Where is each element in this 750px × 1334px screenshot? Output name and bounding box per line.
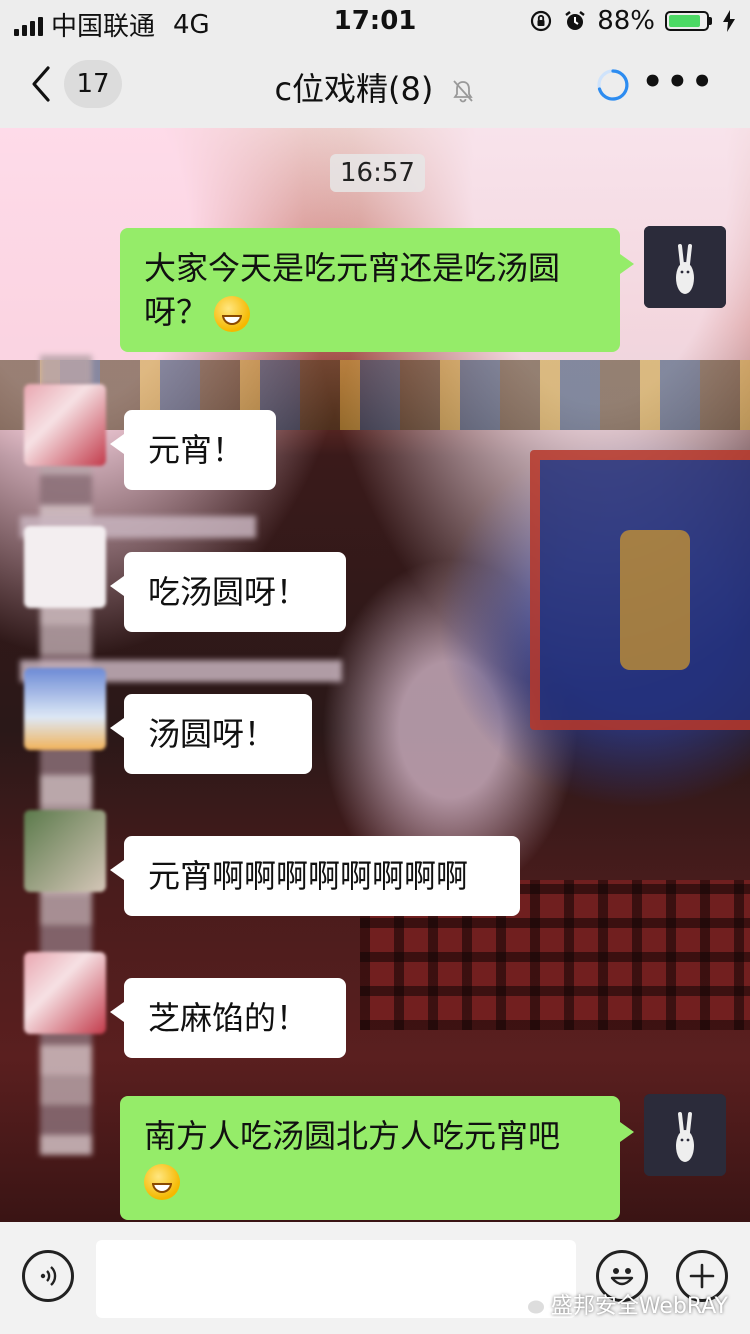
mute-bell-icon bbox=[452, 80, 473, 103]
message-bubble-received[interactable]: 芝麻馅的！ bbox=[110, 978, 346, 1058]
wallpaper-beam bbox=[0, 360, 750, 430]
chat-title-wrapper[interactable]: c位戏精(8) bbox=[0, 64, 750, 110]
orientation-lock-icon bbox=[531, 10, 552, 32]
loading-spinner-icon bbox=[597, 69, 629, 101]
message-text-input[interactable] bbox=[96, 1240, 576, 1318]
message-bubble-received[interactable]: 吃汤圆呀！ bbox=[110, 552, 346, 632]
blurred-nicknames bbox=[40, 355, 92, 1155]
message-text: 吃汤圆呀！ bbox=[148, 573, 309, 611]
status-bar: 中国联通 4G 17:01 88% bbox=[0, 0, 750, 44]
message-text: 元宵啊啊啊啊啊啊啊啊 bbox=[148, 857, 469, 895]
more-options-button[interactable]: ••• bbox=[642, 65, 716, 99]
message-bubble-sent[interactable]: 大家今天是吃元宵还是吃汤圆呀？ bbox=[120, 228, 634, 352]
message-bubble-received[interactable]: 元宵啊啊啊啊啊啊啊啊 bbox=[110, 836, 520, 916]
message-bubble-received[interactable]: 元宵！ bbox=[110, 410, 276, 490]
message-bubble-sent[interactable]: 南方人吃汤圆北方人吃元宵吧 bbox=[120, 1096, 634, 1220]
chat-header: 17 c位戏精(8) ••• bbox=[0, 44, 750, 128]
message-text: 芝麻馅的！ bbox=[148, 999, 309, 1037]
member-avatar[interactable] bbox=[24, 810, 106, 892]
message-text: 汤圆呀！ bbox=[148, 715, 277, 753]
battery-icon bbox=[665, 11, 712, 31]
charging-bolt-icon bbox=[723, 10, 735, 32]
rabbit-avatar-icon bbox=[644, 1094, 726, 1176]
watermark-text: 盛邦安全WebRAY bbox=[550, 1294, 728, 1319]
member-avatar[interactable] bbox=[24, 526, 106, 608]
message-input-bar: 盛邦安全WebRAY bbox=[0, 1222, 750, 1334]
message-timestamp: 16:57 bbox=[330, 154, 425, 192]
voice-input-button[interactable] bbox=[22, 1250, 74, 1302]
wechat-logo-icon bbox=[519, 1294, 544, 1314]
wallpaper-lantern bbox=[620, 530, 690, 670]
rabbit-avatar-icon bbox=[644, 226, 726, 308]
status-icons: 88% bbox=[529, 6, 736, 36]
plus-icon bbox=[689, 1263, 715, 1289]
watermark: 盛邦安全WebRAY bbox=[519, 1288, 728, 1320]
alarm-icon bbox=[565, 11, 585, 30]
battery-percent: 88% bbox=[597, 6, 655, 36]
member-avatar[interactable] bbox=[24, 668, 106, 750]
member-avatar[interactable] bbox=[24, 952, 106, 1034]
voice-icon bbox=[40, 1266, 57, 1286]
squinting-laughing-emoji-icon bbox=[144, 1164, 180, 1200]
grinning-emoji-icon bbox=[214, 296, 251, 332]
my-avatar[interactable] bbox=[644, 226, 726, 308]
message-bubble-received[interactable]: 汤圆呀！ bbox=[110, 694, 312, 774]
message-text: 大家今天是吃元宵还是吃汤圆呀？ bbox=[144, 249, 561, 331]
message-text: 元宵！ bbox=[148, 431, 245, 469]
group-chat-title: c位戏精(8) bbox=[274, 70, 434, 108]
message-text: 南方人吃汤圆北方人吃元宵吧 bbox=[144, 1117, 561, 1155]
my-avatar[interactable] bbox=[644, 1094, 726, 1176]
member-avatar[interactable] bbox=[24, 384, 106, 466]
